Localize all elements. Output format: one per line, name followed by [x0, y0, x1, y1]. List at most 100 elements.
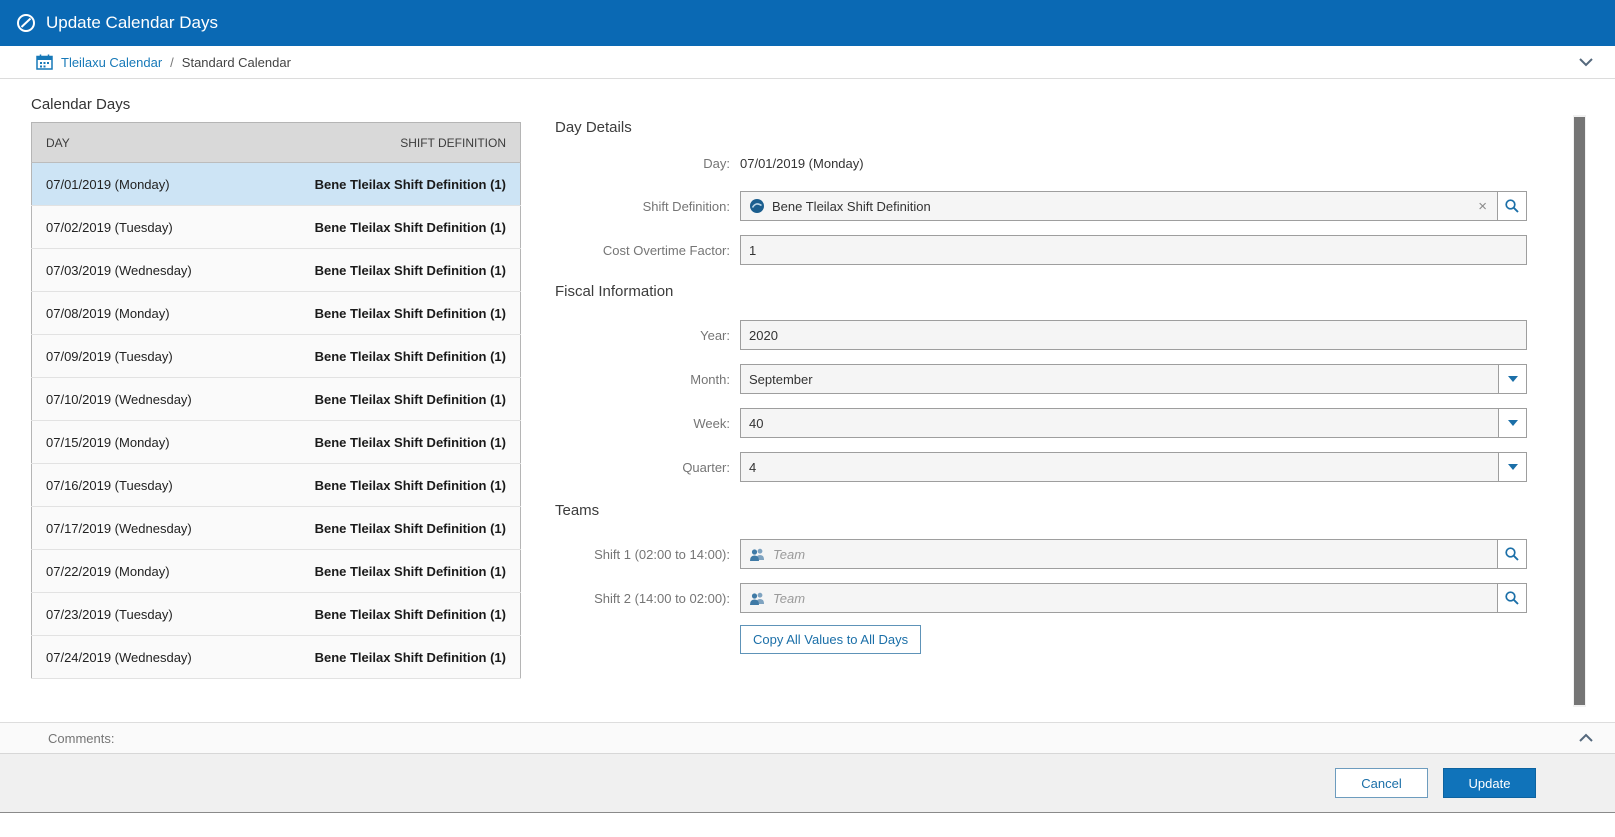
- table-row[interactable]: 07/16/2019 (Tuesday)Bene Tleilax Shift D…: [32, 464, 521, 507]
- scrollbar-thumb[interactable]: [1574, 117, 1585, 705]
- cost-overtime-row: Cost Overtime Factor:: [555, 235, 1527, 265]
- week-select[interactable]: 40: [740, 408, 1527, 438]
- day-cell: 07/03/2019 (Wednesday): [32, 249, 248, 292]
- day-row: Day: 07/01/2019 (Monday): [555, 156, 1527, 171]
- team-icon: [749, 592, 766, 605]
- clear-icon[interactable]: ×: [1476, 199, 1489, 214]
- table-row[interactable]: 07/24/2019 (Wednesday)Bene Tleilax Shift…: [32, 636, 521, 679]
- expand-comments-button[interactable]: [1573, 725, 1599, 751]
- update-calendar-icon: [16, 13, 36, 33]
- quarter-value: 4: [749, 460, 1496, 475]
- copy-all-values-button[interactable]: Copy All Values to All Days: [740, 625, 921, 654]
- shift-definition-value: Bene Tleilax Shift Definition: [772, 199, 1476, 214]
- chevron-down-icon: [1578, 57, 1594, 67]
- fiscal-week-row: Week: 40: [555, 408, 1527, 438]
- day-label: Day:: [555, 156, 730, 171]
- cancel-button[interactable]: Cancel: [1335, 768, 1428, 798]
- week-dropdown-button[interactable]: [1498, 409, 1526, 437]
- shift-definition-cell: Bene Tleilax Shift Definition (1): [248, 206, 521, 249]
- day-cell: 07/10/2019 (Wednesday): [32, 378, 248, 421]
- day-cell: 07/22/2019 (Monday): [32, 550, 248, 593]
- shift2-team-field[interactable]: Team: [740, 583, 1498, 613]
- table-row[interactable]: 07/01/2019 (Monday)Bene Tleilax Shift De…: [32, 163, 521, 206]
- table-row[interactable]: 07/10/2019 (Wednesday)Bene Tleilax Shift…: [32, 378, 521, 421]
- breadcrumb-separator: /: [170, 55, 174, 70]
- calendar-days-panel: Calendar Days DAY SHIFT DEFINITION 07/01…: [31, 96, 521, 679]
- table-row[interactable]: 07/03/2019 (Wednesday)Bene Tleilax Shift…: [32, 249, 521, 292]
- year-input[interactable]: [749, 321, 1518, 349]
- day-cell: 07/01/2019 (Monday): [32, 163, 248, 206]
- fiscal-month-row: Month: September: [555, 364, 1527, 394]
- cost-overtime-input[interactable]: [749, 236, 1518, 264]
- shift-definition-cell: Bene Tleilax Shift Definition (1): [248, 464, 521, 507]
- day-cell: 07/02/2019 (Tuesday): [32, 206, 248, 249]
- shift2-team-search-button[interactable]: [1497, 583, 1527, 613]
- caret-down-icon: [1508, 376, 1518, 382]
- column-header-shift-definition: SHIFT DEFINITION: [248, 123, 521, 163]
- shift1-team-search-button[interactable]: [1497, 539, 1527, 569]
- shift-definition-cell: Bene Tleilax Shift Definition (1): [248, 249, 521, 292]
- table-row[interactable]: 07/22/2019 (Monday)Bene Tleilax Shift De…: [32, 550, 521, 593]
- shift2-label: Shift 2 (14:00 to 02:00):: [555, 591, 730, 606]
- table-row[interactable]: 07/23/2019 (Tuesday)Bene Tleilax Shift D…: [32, 593, 521, 636]
- comments-label: Comments:: [48, 731, 114, 746]
- search-icon: [1504, 546, 1520, 562]
- shift1-team-field[interactable]: Team: [740, 539, 1498, 569]
- day-cell: 07/09/2019 (Tuesday): [32, 335, 248, 378]
- calendar-days-body: 07/01/2019 (Monday)Bene Tleilax Shift De…: [32, 163, 521, 679]
- table-row[interactable]: 07/08/2019 (Monday)Bene Tleilax Shift De…: [32, 292, 521, 335]
- day-value: 07/01/2019 (Monday): [740, 156, 864, 171]
- shift-definition-cell: Bene Tleilax Shift Definition (1): [248, 421, 521, 464]
- week-value: 40: [749, 416, 1496, 431]
- shift-definition-icon: [749, 198, 765, 214]
- table-row[interactable]: 07/15/2019 (Monday)Bene Tleilax Shift De…: [32, 421, 521, 464]
- window-title: Update Calendar Days: [46, 13, 218, 33]
- year-field-wrap: [740, 320, 1527, 350]
- teams-heading: Teams: [555, 502, 1527, 519]
- year-label: Year:: [555, 328, 730, 343]
- collapse-header-button[interactable]: [1573, 49, 1599, 75]
- day-cell: 07/24/2019 (Wednesday): [32, 636, 248, 679]
- day-cell: 07/15/2019 (Monday): [32, 421, 248, 464]
- month-dropdown-button[interactable]: [1498, 365, 1526, 393]
- shift-definition-field[interactable]: Bene Tleilax Shift Definition ×: [740, 191, 1498, 221]
- team-icon: [749, 548, 766, 561]
- breadcrumb-link-calendar[interactable]: Tleilaxu Calendar: [61, 55, 162, 70]
- quarter-select[interactable]: 4: [740, 452, 1527, 482]
- shift-definition-row: Shift Definition: Bene Tleilax Shift Def…: [555, 191, 1527, 221]
- table-header-row: DAY SHIFT DEFINITION: [32, 123, 521, 163]
- update-button[interactable]: Update: [1443, 768, 1536, 798]
- search-icon: [1504, 198, 1520, 214]
- day-cell: 07/23/2019 (Tuesday): [32, 593, 248, 636]
- shift1-team-row: Shift 1 (02:00 to 14:00): Team: [555, 539, 1527, 569]
- shift1-label: Shift 1 (02:00 to 14:00):: [555, 547, 730, 562]
- shift-definition-cell: Bene Tleilax Shift Definition (1): [248, 593, 521, 636]
- shift-definition-search-button[interactable]: [1497, 191, 1527, 221]
- main-content: Calendar Days DAY SHIFT DEFINITION 07/01…: [0, 79, 1615, 722]
- quarter-label: Quarter:: [555, 460, 730, 475]
- cost-overtime-label: Cost Overtime Factor:: [555, 243, 730, 258]
- title-bar: Update Calendar Days: [0, 0, 1615, 46]
- shift1-team-placeholder: Team: [773, 547, 1489, 562]
- fiscal-year-row: Year:: [555, 320, 1527, 350]
- table-row[interactable]: 07/09/2019 (Tuesday)Bene Tleilax Shift D…: [32, 335, 521, 378]
- day-cell: 07/16/2019 (Tuesday): [32, 464, 248, 507]
- shift-definition-label: Shift Definition:: [555, 199, 730, 214]
- vertical-scrollbar[interactable]: [1573, 115, 1586, 707]
- footer-bar: Cancel Update: [0, 753, 1615, 813]
- caret-down-icon: [1508, 420, 1518, 426]
- column-header-day: DAY: [32, 123, 248, 163]
- month-select[interactable]: September: [740, 364, 1527, 394]
- shift-definition-cell: Bene Tleilax Shift Definition (1): [248, 507, 521, 550]
- shift-definition-cell: Bene Tleilax Shift Definition (1): [248, 335, 521, 378]
- chevron-up-icon: [1578, 733, 1594, 743]
- fiscal-quarter-row: Quarter: 4: [555, 452, 1527, 482]
- calendar-icon: [36, 54, 53, 70]
- quarter-dropdown-button[interactable]: [1498, 453, 1526, 481]
- calendar-days-title: Calendar Days: [31, 96, 521, 113]
- table-row[interactable]: 07/02/2019 (Tuesday)Bene Tleilax Shift D…: [32, 206, 521, 249]
- month-label: Month:: [555, 372, 730, 387]
- table-row[interactable]: 07/17/2019 (Wednesday)Bene Tleilax Shift…: [32, 507, 521, 550]
- copy-values-row: Copy All Values to All Days: [555, 625, 1527, 654]
- month-value: September: [749, 372, 1496, 387]
